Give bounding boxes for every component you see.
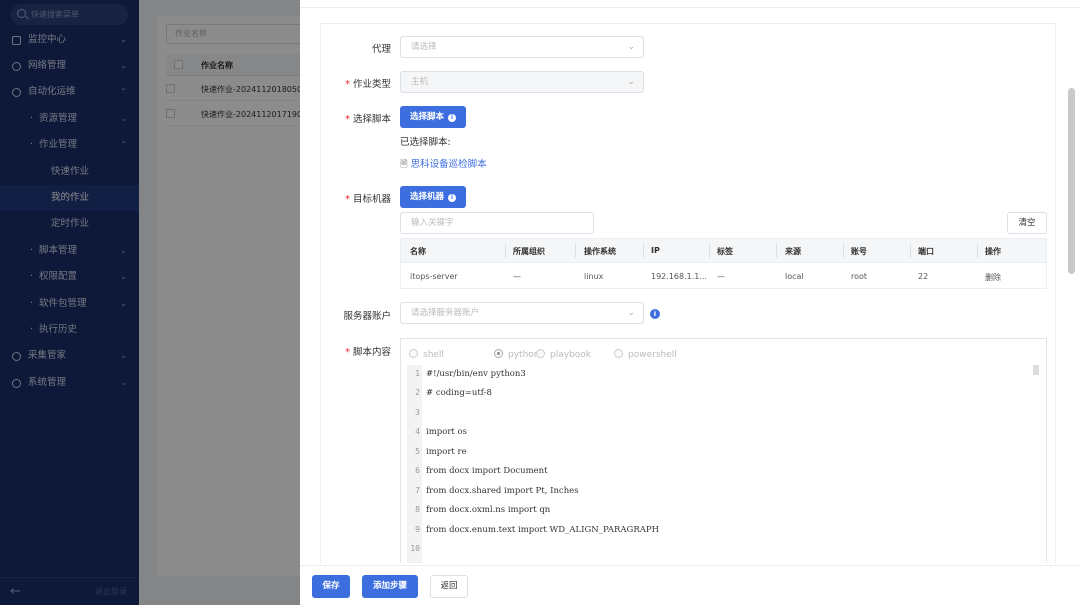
radio-circle-icon bbox=[409, 349, 418, 358]
clear-button[interactable]: 清空 bbox=[1007, 212, 1047, 234]
code-line: #!/usr/bin/env python3 bbox=[426, 369, 526, 379]
column-header-port: 端口 bbox=[918, 247, 934, 256]
file-icon: 🗎 bbox=[400, 159, 408, 170]
select-machine-button[interactable]: 选择机器 i bbox=[400, 186, 467, 208]
radio-powershell[interactable]: powershell bbox=[614, 349, 677, 360]
column-header-org: 所属组织 bbox=[513, 247, 545, 256]
machine-name-cell: itops-server bbox=[410, 272, 458, 281]
code-line: from docx.shared import Pt, Inches bbox=[426, 486, 579, 496]
column-header-tag: 标签 bbox=[717, 247, 733, 256]
code-scrollbar[interactable] bbox=[1033, 365, 1039, 375]
target-machine-label: * 目标机器 bbox=[345, 194, 391, 205]
drawer-header bbox=[300, 0, 1080, 8]
job-form: 代理 请选择 ⌄ * 作业类型 主机 ⌄ * 选择脚本 选择脚本 i 已选择脚本: 🗎… bbox=[320, 23, 1056, 563]
line-number: 6 bbox=[415, 466, 420, 475]
job-type-select[interactable]: 主机 ⌄ bbox=[400, 71, 644, 93]
column-divider bbox=[977, 244, 978, 258]
line-number: 2 bbox=[415, 388, 420, 397]
back-button[interactable]: 返回 bbox=[430, 575, 468, 598]
column-divider bbox=[910, 244, 911, 258]
radio-shell[interactable]: shell bbox=[409, 349, 444, 360]
proxy-label: 代理 bbox=[371, 44, 391, 55]
chevron-down-icon: ⌄ bbox=[627, 77, 635, 87]
radio-selected-icon bbox=[494, 349, 503, 358]
info-icon: i bbox=[448, 194, 457, 202]
line-number: 10 bbox=[410, 544, 420, 553]
line-number: 9 bbox=[415, 525, 420, 534]
code-editor[interactable]: 1 #!/usr/bin/env python3 2 # coding=utf-… bbox=[407, 365, 1039, 563]
select-script-button[interactable]: 选择脚本 i bbox=[400, 106, 467, 128]
os-cell: linux bbox=[584, 272, 604, 281]
selected-script-label: 已选择脚本: bbox=[400, 137, 451, 148]
job-type-value: 主机 bbox=[411, 77, 429, 87]
radio-playbook[interactable]: playbook bbox=[536, 349, 591, 360]
line-number: 7 bbox=[415, 486, 420, 495]
column-divider bbox=[643, 244, 644, 258]
line-number: 4 bbox=[415, 427, 420, 436]
column-header-account: 账号 bbox=[851, 247, 867, 256]
delete-link[interactable]: 删除 bbox=[985, 272, 1001, 283]
column-header-source: 来源 bbox=[785, 247, 801, 256]
server-account-placeholder: 请选择服务器账户 bbox=[411, 308, 480, 318]
select-script-button-label: 选择脚本 bbox=[410, 112, 445, 122]
table-header: 名称 所属组织 操作系统 IP 标签 来源 账号 端口 操作 bbox=[401, 239, 1046, 263]
server-account-select[interactable]: 请选择服务器账户 ⌄ bbox=[400, 302, 644, 324]
ip-cell: 192.168.1.1... bbox=[651, 272, 707, 281]
selected-script-link[interactable]: 🗎 思科设备巡检脚本 bbox=[400, 156, 487, 173]
line-number: 1 bbox=[415, 369, 420, 378]
script-label: * 选择脚本 bbox=[345, 114, 391, 125]
drawer-scrollbar[interactable] bbox=[1068, 88, 1075, 274]
line-number: 5 bbox=[415, 447, 420, 456]
job-edit-drawer: 代理 请选择 ⌄ * 作业类型 主机 ⌄ * 选择脚本 选择脚本 i 已选择脚本: 🗎… bbox=[300, 0, 1080, 605]
chevron-down-icon: ⌄ bbox=[627, 308, 635, 318]
chevron-down-icon: ⌄ bbox=[627, 42, 635, 52]
machine-keyword-input[interactable]: 输入关键字 bbox=[400, 212, 594, 234]
script-content-label: * 脚本内容 bbox=[345, 347, 391, 358]
column-header-action: 操作 bbox=[985, 247, 1001, 256]
radio-python[interactable]: python bbox=[494, 349, 539, 360]
code-line: from docx import Document bbox=[426, 466, 548, 476]
code-line: # coding=utf-8 bbox=[426, 388, 492, 398]
column-header-ip: IP bbox=[651, 246, 660, 255]
column-header-os: 操作系统 bbox=[584, 247, 616, 256]
code-line: from docx.enum.text import WD_ALIGN_PARA… bbox=[426, 525, 660, 535]
line-number: 3 bbox=[415, 408, 420, 417]
radio-circle-icon bbox=[614, 349, 623, 358]
org-cell: — bbox=[513, 272, 521, 281]
selected-script-name: 思科设备巡检脚本 bbox=[410, 159, 487, 170]
add-step-button[interactable]: 添加步骤 bbox=[362, 575, 418, 598]
info-icon[interactable]: i bbox=[650, 309, 660, 319]
column-divider bbox=[575, 244, 576, 258]
job-type-label: * 作业类型 bbox=[345, 79, 391, 90]
code-line: import re bbox=[426, 447, 467, 457]
machine-keyword-placeholder: 输入关键字 bbox=[411, 218, 454, 228]
column-divider bbox=[843, 244, 844, 258]
code-line: from docx.oxml.ns import qn bbox=[426, 505, 551, 515]
account-cell: root bbox=[851, 272, 868, 281]
code-line: import os bbox=[426, 427, 467, 437]
drawer-footer: 保存 添加步骤 返回 bbox=[300, 565, 1080, 605]
select-machine-button-label: 选择机器 bbox=[410, 192, 445, 202]
proxy-select[interactable]: 请选择 ⌄ bbox=[400, 36, 644, 58]
save-button[interactable]: 保存 bbox=[312, 575, 350, 598]
column-divider bbox=[776, 244, 777, 258]
tag-cell: — bbox=[717, 272, 725, 281]
line-number: 8 bbox=[415, 505, 420, 514]
server-account-label: 服务器账户 bbox=[343, 311, 391, 322]
info-icon: i bbox=[448, 114, 457, 122]
column-divider bbox=[709, 244, 710, 258]
radio-circle-icon bbox=[536, 349, 545, 358]
source-cell: local bbox=[785, 272, 804, 281]
port-cell: 22 bbox=[918, 272, 929, 281]
column-divider bbox=[505, 244, 506, 258]
proxy-placeholder: 请选择 bbox=[411, 42, 437, 52]
target-machine-table: 名称 所属组织 操作系统 IP 标签 来源 账号 端口 操作 itops-ser… bbox=[400, 238, 1047, 289]
column-header-name: 名称 bbox=[410, 247, 426, 256]
script-editor: shell python playbook powershell 1 #!/us… bbox=[400, 338, 1047, 563]
